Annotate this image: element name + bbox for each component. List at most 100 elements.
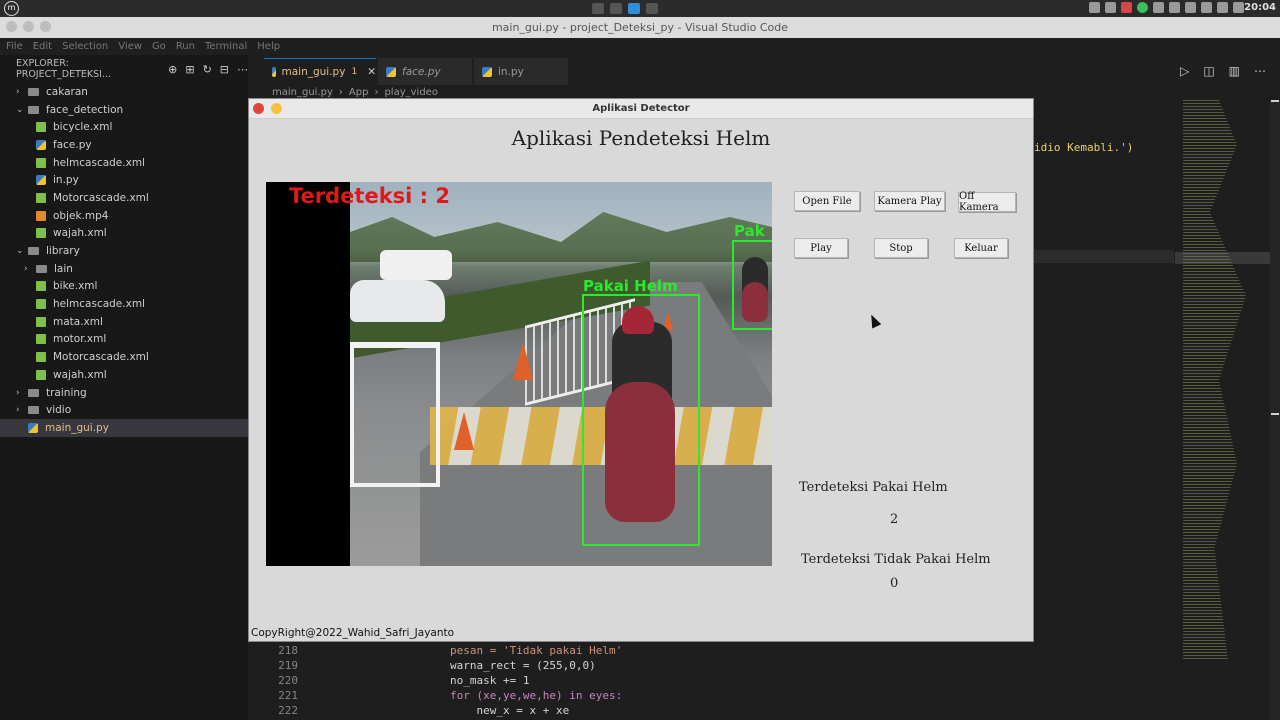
chevron-right-icon[interactable]: ›	[16, 405, 28, 415]
detection-label-partial: Pak	[734, 222, 765, 240]
explorer-folder[interactable]: ⌄ face_detection	[0, 101, 248, 119]
explorer-file[interactable]: helmcascade.xml	[0, 295, 248, 313]
no-helm-count-value: 0	[890, 576, 899, 591]
menu-view[interactable]: View	[118, 41, 142, 52]
app-heading: Aplikasi Pendeteksi Helm	[511, 126, 771, 150]
terminal-icon[interactable]	[610, 3, 622, 14]
kamera-play-button[interactable]: Kamera Play	[874, 191, 945, 211]
open-file-button[interactable]: Open File	[794, 191, 860, 211]
explorer-folder[interactable]: › lain	[0, 260, 248, 278]
app-close-button[interactable]	[253, 103, 264, 114]
minimap-slider[interactable]	[1175, 252, 1271, 264]
system-clock[interactable]: 20:04	[1244, 2, 1276, 13]
traffic-cone	[513, 342, 533, 380]
chevron-right-icon[interactable]: ›	[16, 87, 28, 97]
tab-face[interactable]: face.py	[378, 58, 472, 85]
explorer-file[interactable]: in.py	[0, 171, 248, 189]
xml-icon	[36, 281, 46, 292]
menu-bar: File Edit Selection View Go Run Terminal…	[0, 38, 1280, 55]
problem-count-badge: 1	[351, 67, 358, 77]
menu-run[interactable]: Run	[176, 41, 195, 52]
explorer-file[interactable]: bicycle.xml	[0, 118, 248, 136]
explorer-file[interactable]: bike.xml	[0, 278, 248, 296]
play-button[interactable]: Play	[794, 238, 848, 258]
volume-icon[interactable]	[1217, 2, 1228, 13]
explorer-item-label: wajah.xml	[53, 368, 107, 381]
explorer-file[interactable]: helmcascade.xml	[0, 154, 248, 172]
chevron-right-icon[interactable]: ›	[24, 264, 36, 274]
explorer-file[interactable]: face.py	[0, 136, 248, 154]
keluar-button[interactable]: Keluar	[954, 238, 1008, 258]
explorer-folder[interactable]: ⌄ library	[0, 242, 248, 260]
run-icon[interactable]: ▷	[1180, 64, 1189, 78]
helm-count-value: 2	[890, 512, 899, 527]
breadcrumb-class[interactable]: App	[349, 87, 369, 98]
explorer-folder[interactable]: › training	[0, 384, 248, 402]
menu-help[interactable]: Help	[257, 41, 280, 52]
vscode-icon[interactable]	[628, 3, 640, 14]
chevron-right-icon[interactable]: ›	[16, 388, 28, 398]
off-kamera-button[interactable]: Off Kamera	[958, 191, 1016, 213]
chevron-down-icon[interactable]: ⌄	[16, 246, 28, 256]
explorer-file[interactable]: wajah.xml	[0, 366, 248, 384]
close-tab-icon[interactable]: ✕	[367, 66, 376, 78]
minimap[interactable]	[1175, 100, 1280, 720]
explorer-file[interactable]: mata.xml	[0, 313, 248, 331]
explorer-folder[interactable]: › vidio	[0, 401, 248, 419]
explorer-file[interactable]: main_gui.py	[0, 419, 248, 437]
refresh-icon[interactable]: ↻	[203, 63, 212, 76]
explorer-header: EXPLORER: PROJECT_DETEKSI... ⊕ ⊞ ↻ ⊟ ⋯	[0, 55, 248, 83]
battery-icon[interactable]	[1233, 2, 1244, 13]
collapse-all-icon[interactable]: ⊟	[220, 63, 229, 76]
explorer-file[interactable]: objek.mp4	[0, 207, 248, 225]
new-file-icon[interactable]: ⊕	[168, 63, 177, 76]
app-minimize-button[interactable]	[271, 103, 282, 114]
menu-selection[interactable]: Selection	[62, 41, 108, 52]
explorer-folder[interactable]: › cakaran	[0, 83, 248, 101]
update-icon[interactable]	[1185, 2, 1196, 13]
whatsapp-icon[interactable]	[1137, 2, 1148, 13]
editor-actions: ▷ ◫ ▥ ⋯	[1180, 64, 1266, 78]
folder-icon	[28, 388, 39, 397]
menu-edit[interactable]: Edit	[33, 41, 52, 52]
chevron-down-icon[interactable]: ⌄	[16, 105, 28, 115]
clipboard-icon[interactable]	[1153, 2, 1164, 13]
explorer-item-label: training	[46, 386, 87, 399]
explorer-file[interactable]: Motorcascade.xml	[0, 189, 248, 207]
code-visible-fragment: idio Kemabli.')	[1034, 141, 1134, 154]
mp4-icon	[36, 210, 46, 221]
tab-main-gui[interactable]: main_gui.py 1 ✕	[264, 58, 376, 85]
python-file-icon	[272, 67, 276, 77]
files-icon[interactable]	[592, 3, 604, 14]
video-panel: Pakai Helm Pak Terdeteksi : 2	[266, 182, 772, 566]
split-editor-icon[interactable]: ◫	[1203, 64, 1214, 78]
shield-icon[interactable]	[1169, 2, 1180, 13]
app-window-icon[interactable]	[646, 3, 658, 14]
explorer-item-label: helmcascade.xml	[53, 156, 145, 169]
stop-button[interactable]: Stop	[874, 238, 928, 258]
menu-terminal[interactable]: Terminal	[205, 41, 247, 52]
explorer-file[interactable]: Motorcascade.xml	[0, 348, 248, 366]
traffic-cone	[454, 412, 474, 450]
tab-in[interactable]: in.py	[474, 58, 568, 85]
code-line: 220 no_mask += 1	[278, 674, 530, 687]
more-actions-icon[interactable]: ⋯	[237, 63, 248, 76]
tray-app-icon[interactable]	[1089, 2, 1100, 13]
code-line: 218 pesan = 'Tidak pakai Helm'	[278, 644, 623, 657]
new-folder-icon[interactable]: ⊞	[185, 63, 194, 76]
layout-icon[interactable]: ▥	[1229, 64, 1240, 78]
more-icon[interactable]: ⋯	[1254, 64, 1266, 78]
network-icon[interactable]	[1201, 2, 1212, 13]
window-title-bar: main_gui.py - project_Deteksi_py - Visua…	[0, 17, 1280, 38]
breadcrumb-file[interactable]: main_gui.py	[272, 87, 333, 98]
linux-mint-menu-icon[interactable]: m	[4, 1, 19, 16]
explorer-file[interactable]: wajah.xml	[0, 225, 248, 243]
breadcrumb-method[interactable]: play_video	[384, 87, 438, 98]
record-icon[interactable]	[1121, 2, 1132, 13]
editor-scrollbar[interactable]	[1270, 100, 1280, 720]
explorer-file[interactable]: motor.xml	[0, 331, 248, 349]
menu-file[interactable]: File	[6, 41, 23, 52]
chat-icon[interactable]	[1105, 2, 1116, 13]
taskbar-app-icons	[592, 0, 658, 17]
menu-go[interactable]: Go	[152, 41, 166, 52]
